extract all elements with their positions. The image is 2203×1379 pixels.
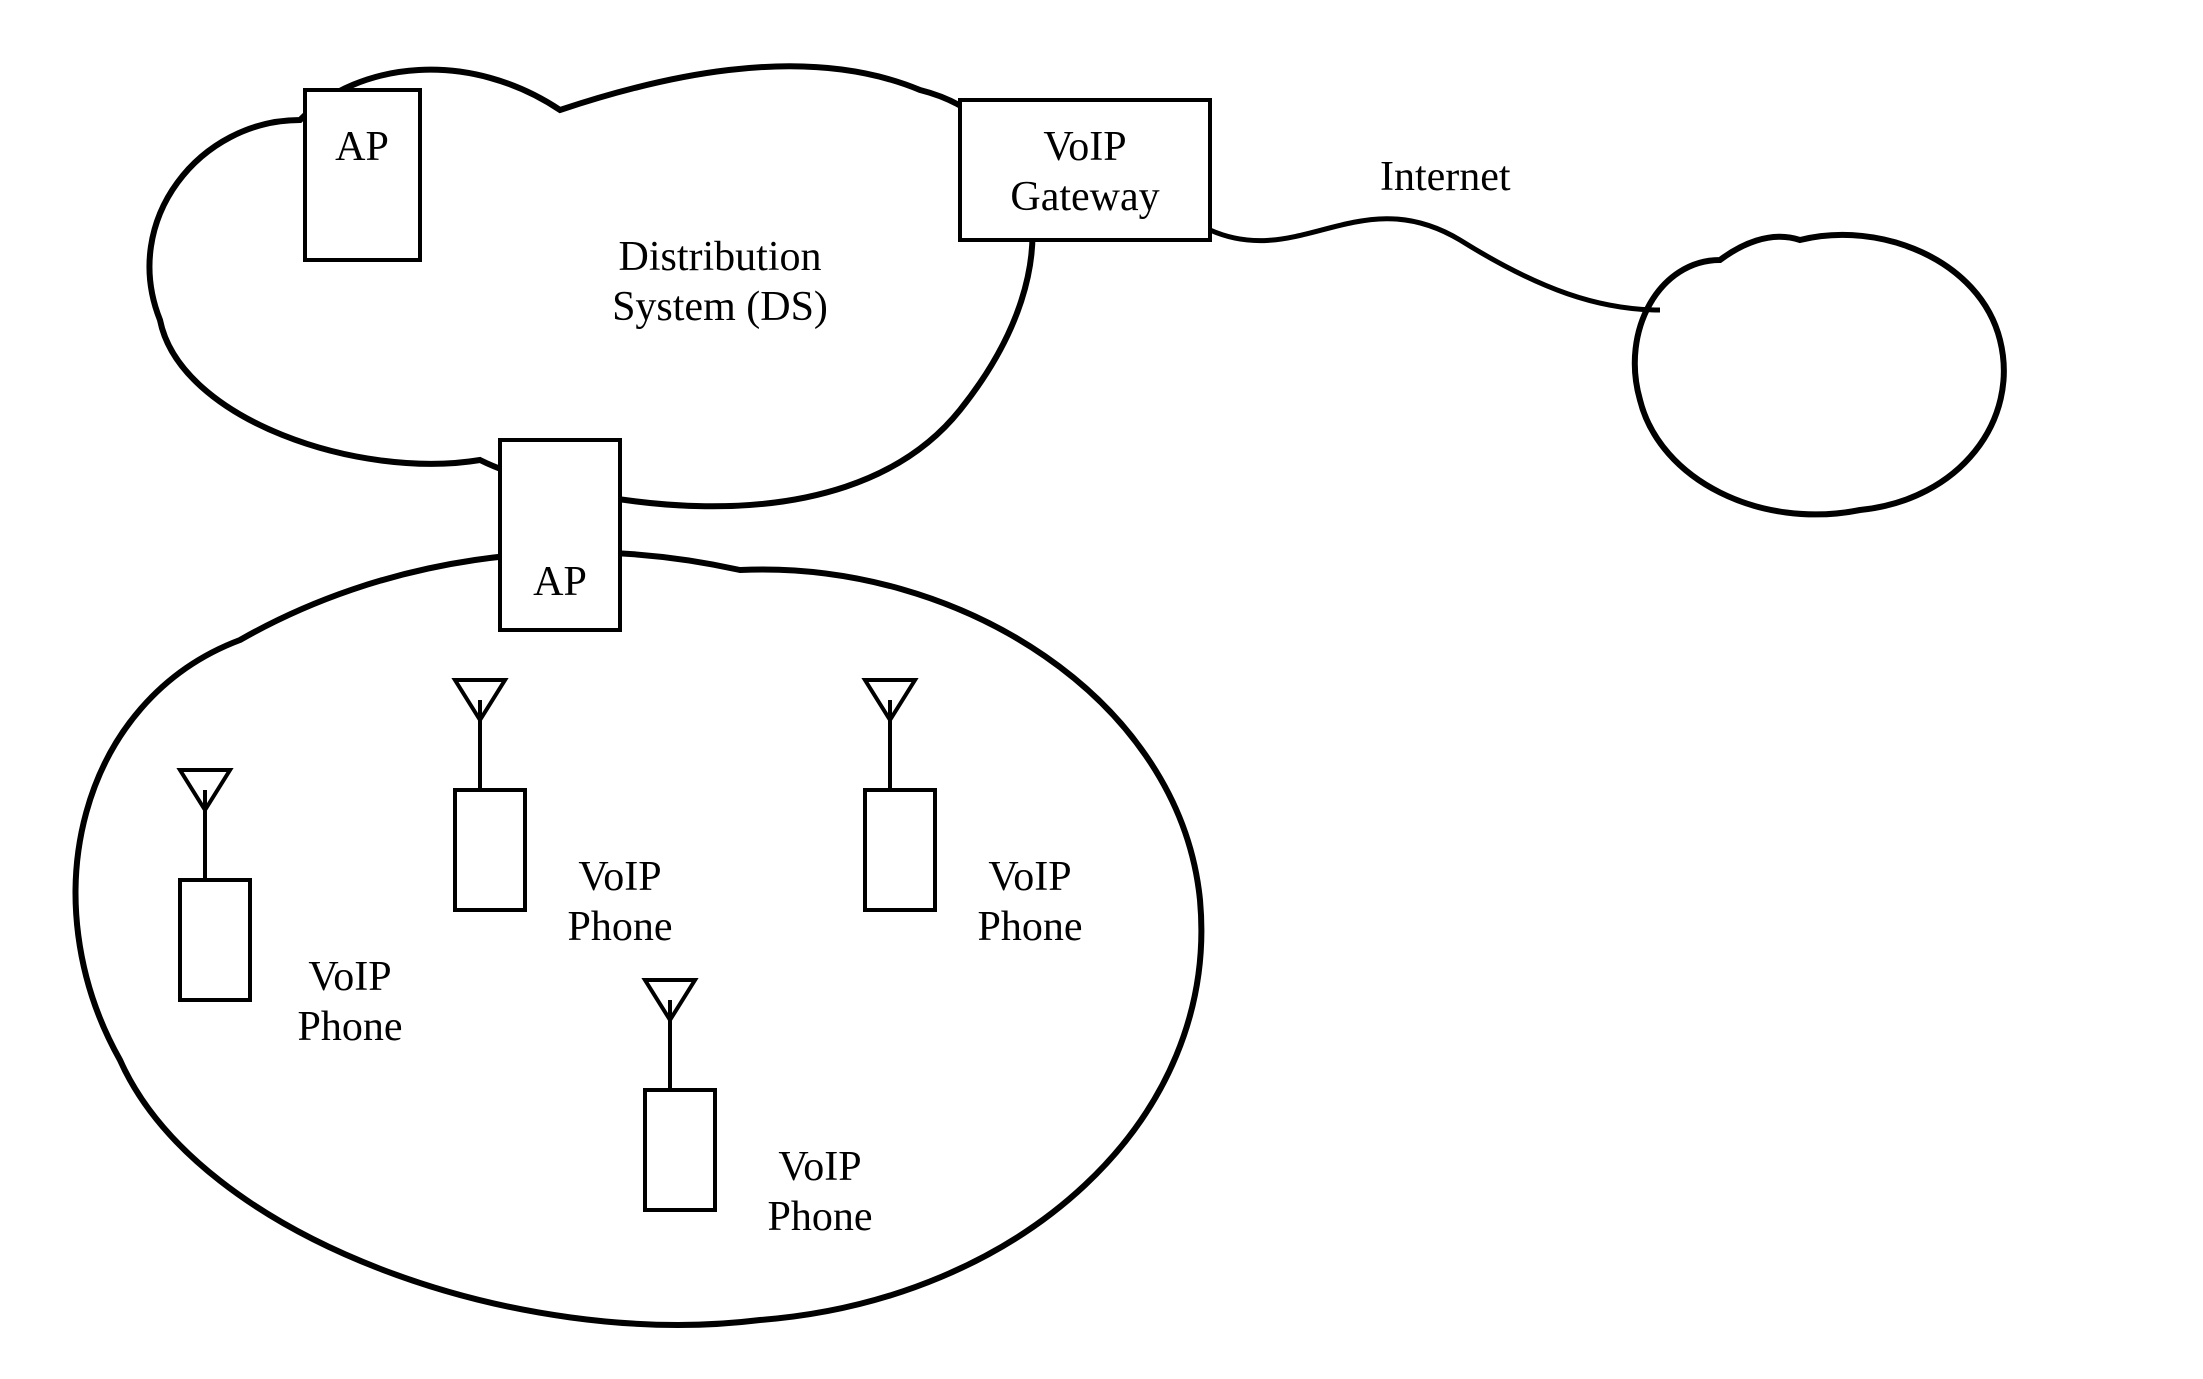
voip-phone-4: VoIP Phone [645,980,873,1240]
voip-phone-1-label-line2: Phone [298,1004,403,1050]
ap-top: AP [305,90,420,260]
voip-gateway: VoIP Gateway [960,100,1210,240]
ap-bottom: AP [500,440,620,630]
ap-bottom-label: AP [533,559,587,605]
gateway-to-internet-link [1210,219,1660,310]
network-diagram: AP AP VoIP Gateway Distribution System (… [0,0,2203,1379]
voip-phone-2: VoIP Phone [455,680,673,950]
voip-phone-1: VoIP Phone [180,770,403,1050]
voip-phone-4-label-line2: Phone [768,1194,873,1240]
ds-label-line2: System (DS) [612,284,828,330]
voip-gateway-label-line2: Gateway [1010,174,1159,220]
voip-gateway-label-line1: VoIP [1043,124,1126,170]
ds-label: Distribution System (DS) [612,234,828,330]
voip-phone-2-label-line1: VoIP [578,854,661,900]
voip-phone-4-label-line1: VoIP [778,1144,861,1190]
voip-phone-1-label-line1: VoIP [308,954,391,1000]
ds-label-line1: Distribution [618,234,821,280]
internet-label: Internet [1380,154,1511,200]
voip-phone-3: VoIP Phone [865,680,1083,950]
voip-phone-3-label-line2: Phone [978,904,1083,950]
internet-remote-cloud [1635,235,2004,515]
voip-phone-2-label-line2: Phone [568,904,673,950]
ap-top-label: AP [335,124,389,170]
voip-phone-3-label-line1: VoIP [988,854,1071,900]
